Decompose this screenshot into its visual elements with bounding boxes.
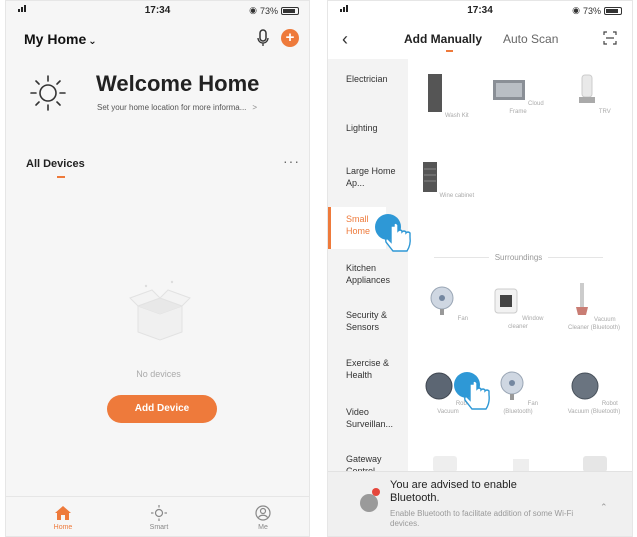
robot-vacuum-icon bbox=[571, 372, 599, 400]
more-icon[interactable]: ··· bbox=[283, 153, 300, 169]
device-wine-cabinet[interactable]: Wine cabinet bbox=[418, 161, 478, 200]
sun-icon bbox=[30, 75, 66, 111]
empty-box-icon bbox=[129, 280, 191, 341]
device-fan[interactable]: Fan bbox=[418, 286, 478, 323]
home-selector[interactable]: My Home ⌄ bbox=[24, 31, 97, 47]
chevron-right-icon: > bbox=[252, 103, 258, 112]
section-surroundings: Surroundings bbox=[423, 253, 614, 262]
battery-percent: 73% bbox=[582, 5, 601, 16]
wine-cabinet-icon bbox=[422, 162, 437, 192]
location-hint[interactable]: Set your home location for more informa.… bbox=[97, 103, 257, 112]
chevron-up-icon[interactable]: ⌃ bbox=[600, 502, 608, 513]
device-partial bbox=[433, 456, 457, 472]
device-trv[interactable]: TRV bbox=[564, 73, 624, 116]
tab-auto-scan[interactable]: Auto Scan bbox=[503, 32, 558, 46]
window-cleaner-icon bbox=[494, 288, 518, 314]
tab-home[interactable]: Home bbox=[38, 505, 88, 531]
category-sidebar: Electrician Lighting Large Home Ap... Sm… bbox=[328, 59, 408, 536]
status-bar: 17:34 ◉ 73% bbox=[6, 1, 309, 21]
bluetooth-icon bbox=[360, 494, 378, 512]
device-robot-vacuum-bt[interactable]: Robot Vacuum (Bluetooth) bbox=[564, 371, 624, 416]
status-bar: 17:34 ◉ 73% bbox=[328, 1, 632, 21]
scan-icon[interactable] bbox=[603, 31, 617, 45]
tap-hand-icon bbox=[375, 214, 411, 252]
battery-icon bbox=[604, 6, 622, 15]
fan-icon bbox=[500, 371, 524, 400]
device-partial bbox=[583, 456, 607, 472]
category-indicator bbox=[328, 207, 331, 249]
no-devices-label: No devices bbox=[136, 369, 181, 379]
category-lighting[interactable]: Lighting bbox=[328, 122, 408, 134]
bluetooth-description: Enable Bluetooth to facilitate addition … bbox=[390, 509, 574, 528]
tab-underline bbox=[57, 176, 65, 178]
device-window-cleaner[interactable]: Window cleaner bbox=[488, 286, 548, 331]
chevron-down-icon: ⌄ bbox=[88, 36, 97, 47]
tap-hand-icon bbox=[454, 372, 490, 410]
tab-me[interactable]: Me bbox=[238, 505, 288, 531]
device-cloud-frame[interactable]: Cloud Frame bbox=[488, 79, 548, 116]
battery-icon bbox=[281, 6, 299, 15]
user-icon bbox=[255, 505, 271, 521]
add-device-button[interactable]: Add Device bbox=[107, 395, 217, 423]
tab-smart[interactable]: Smart bbox=[134, 505, 184, 531]
location-icon: ◉ bbox=[572, 5, 580, 15]
fan-icon bbox=[430, 286, 454, 315]
welcome-title: Welcome Home bbox=[96, 71, 260, 96]
add-device-screen: 17:34 ◉ 73% ‹ Add Manually Auto Scan Ele… bbox=[327, 0, 633, 537]
device-wash-kit[interactable]: Wash Kit bbox=[418, 73, 478, 120]
location-icon: ◉ bbox=[249, 5, 257, 15]
category-large-home-appliances[interactable]: Large Home Ap... bbox=[328, 165, 400, 189]
tab-add-manually[interactable]: Add Manually bbox=[404, 32, 482, 46]
bluetooth-title: You are advised to enable Bluetooth. bbox=[390, 479, 517, 504]
vacuum-cleaner-icon bbox=[576, 283, 589, 315]
wash-kit-icon bbox=[428, 74, 443, 112]
cloud-frame-icon bbox=[493, 80, 526, 100]
home-icon bbox=[55, 506, 71, 520]
bottom-tab-bar: Home Smart Me bbox=[6, 496, 309, 536]
back-icon[interactable]: ‹ bbox=[342, 29, 348, 50]
home-title: My Home bbox=[24, 31, 87, 47]
bluetooth-banner[interactable]: You are advised to enable Bluetooth. Ena… bbox=[328, 471, 632, 536]
category-security[interactable]: Security & Sensors bbox=[328, 309, 398, 333]
category-kitchen[interactable]: Kitchen Appliances bbox=[328, 262, 398, 286]
category-electrician[interactable]: Electrician bbox=[328, 73, 408, 85]
trv-icon bbox=[579, 74, 596, 103]
all-devices-tab[interactable]: All Devices bbox=[26, 158, 85, 170]
battery-percent: 73% bbox=[259, 5, 278, 16]
device-partial bbox=[513, 459, 529, 471]
tab-underline bbox=[446, 50, 453, 52]
category-exercise[interactable]: Exercise & Health bbox=[328, 357, 398, 381]
alert-badge bbox=[372, 488, 380, 496]
microphone-icon[interactable] bbox=[256, 29, 270, 47]
category-video[interactable]: Video Surveillan... bbox=[328, 406, 400, 430]
robot-vacuum-icon bbox=[425, 372, 453, 400]
device-vacuum-cleaner-bt[interactable]: Vacuum Cleaner (Bluetooth) bbox=[564, 281, 624, 332]
add-icon[interactable]: + bbox=[281, 29, 299, 47]
sun-icon bbox=[151, 505, 167, 521]
home-screen: 17:34 ◉ 73% My Home ⌄ + Welcome Home Set … bbox=[5, 0, 310, 537]
